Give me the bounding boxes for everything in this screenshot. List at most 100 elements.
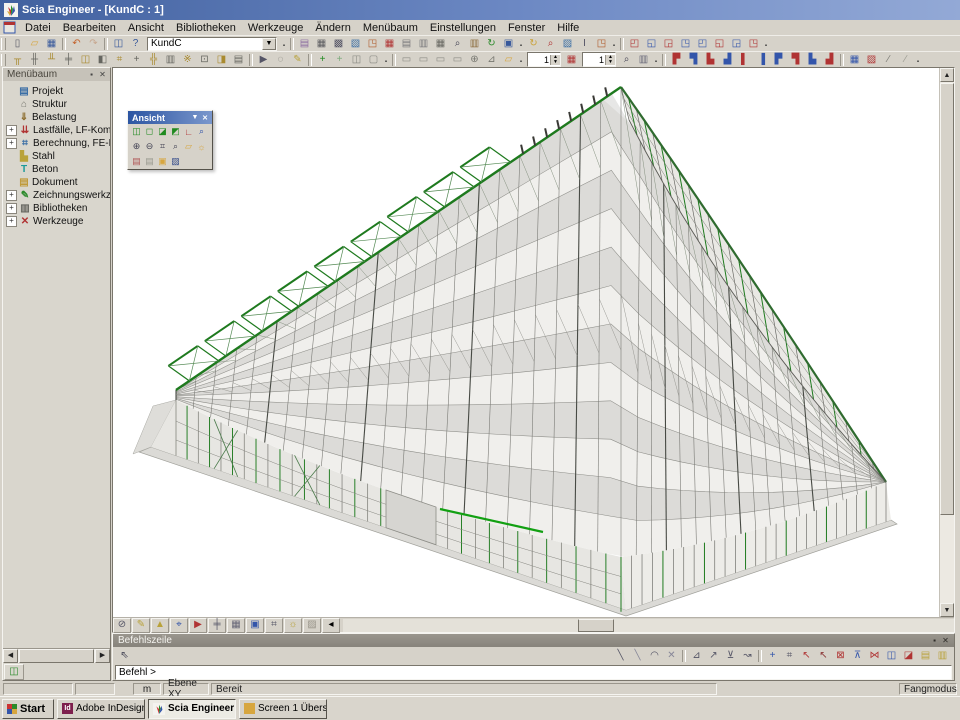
result3-icon[interactable]: ◲ bbox=[660, 37, 677, 51]
beam-icon[interactable]: I bbox=[576, 37, 593, 51]
close-icon[interactable]: ✕ bbox=[97, 69, 108, 80]
preview-icon[interactable]: ⌕ bbox=[449, 37, 466, 51]
member11-icon[interactable]: ※ bbox=[179, 53, 196, 67]
props-icon[interactable]: ▥ bbox=[635, 53, 652, 67]
pin-icon[interactable]: ▪ bbox=[86, 69, 97, 80]
start-button[interactable]: Start bbox=[2, 699, 54, 719]
tree-expander-icon[interactable]: + bbox=[6, 190, 17, 201]
section-icon[interactable]: ◳ bbox=[593, 37, 610, 51]
visibility-icon[interactable]: ▱ bbox=[182, 140, 195, 153]
project-combo[interactable]: KundC ▼ bbox=[147, 37, 277, 51]
view-xy-icon[interactable]: ◫ bbox=[130, 125, 143, 138]
scale2-spinner[interactable]: 1▲▼ bbox=[582, 52, 616, 67]
zoomsel-icon[interactable]: ⌕ bbox=[618, 53, 635, 67]
scroll-left-icon[interactable]: ◀ bbox=[3, 649, 18, 663]
spinner-arrows-icon[interactable]: ▲▼ bbox=[605, 55, 615, 65]
toolbar-overflow[interactable]: . bbox=[517, 54, 525, 65]
scroll-left-icon[interactable]: ◂ bbox=[322, 618, 340, 633]
tree-item[interactable]: +✕Werkzeuge bbox=[5, 215, 110, 228]
view-xz-icon[interactable]: ◻ bbox=[143, 125, 156, 138]
tree-item[interactable]: +▥Bibliotheken bbox=[5, 202, 110, 215]
scroll-up-icon[interactable]: ▲ bbox=[940, 68, 954, 82]
menu-item[interactable]: Bibliotheken bbox=[170, 22, 242, 34]
print-icon[interactable]: ▦ bbox=[313, 37, 330, 51]
viewport-vscrollbar[interactable]: ▲ ▼ bbox=[939, 68, 954, 617]
snap-face-icon[interactable]: ◪ bbox=[900, 649, 917, 663]
snap-tan-icon[interactable]: ↝ bbox=[739, 649, 756, 663]
scale-spinner[interactable]: 1▲▼ bbox=[527, 52, 561, 67]
new-icon[interactable]: ▯ bbox=[9, 37, 26, 51]
member1-icon[interactable]: ╥ bbox=[9, 53, 26, 67]
member14-icon[interactable]: ▤ bbox=[230, 53, 247, 67]
culling-icon[interactable]: ▨ bbox=[303, 618, 321, 633]
snap-plane2-icon[interactable]: ▥ bbox=[934, 649, 951, 663]
load7-icon[interactable]: ▛ bbox=[770, 53, 787, 67]
draw-icon[interactable]: ✎ bbox=[289, 53, 306, 67]
tree-item[interactable]: +✎Zeichnungswerkzeuge bbox=[5, 189, 110, 202]
zoom-out-icon[interactable]: ⊖ bbox=[143, 140, 156, 153]
toolbar-overflow[interactable]: . bbox=[610, 38, 618, 49]
tree-item[interactable]: ▤Dokument bbox=[5, 176, 110, 189]
snap-point2-icon[interactable]: ↖ bbox=[815, 649, 832, 663]
member6-icon[interactable]: ◧ bbox=[94, 53, 111, 67]
snap-arc-icon[interactable]: ◠ bbox=[646, 649, 663, 663]
menu-item[interactable]: Werkzeuge bbox=[242, 22, 309, 34]
mesh-icon[interactable]: ▦ bbox=[381, 37, 398, 51]
combo-dropdown-icon[interactable]: ▼ bbox=[262, 38, 276, 50]
tree-expander-icon[interactable]: + bbox=[6, 216, 17, 227]
sidebar-tab-icon[interactable]: ◫ bbox=[4, 664, 24, 680]
chevron-down-icon[interactable]: ▼ bbox=[190, 113, 200, 123]
result5-icon[interactable]: ◰ bbox=[694, 37, 711, 51]
member12-icon[interactable]: ⊡ bbox=[196, 53, 213, 67]
print2-icon[interactable]: ▦ bbox=[432, 37, 449, 51]
scroll-thumb[interactable] bbox=[578, 619, 614, 632]
pencil-icon[interactable]: ✎ bbox=[132, 618, 150, 633]
menu-item[interactable]: Einstellungen bbox=[424, 22, 502, 34]
snap-node-icon[interactable]: ⋈ bbox=[866, 649, 883, 663]
snap-plane1-icon[interactable]: ▤ bbox=[917, 649, 934, 663]
member10-icon[interactable]: ▥ bbox=[162, 53, 179, 67]
load6-icon[interactable]: ▐ bbox=[753, 53, 770, 67]
view-axis-icon[interactable]: ∟ bbox=[182, 125, 195, 138]
snap-edge-icon[interactable]: ◫ bbox=[883, 649, 900, 663]
snap-cursor-icon[interactable]: + bbox=[764, 649, 781, 663]
slope1-icon[interactable]: ∕ bbox=[880, 53, 897, 67]
result2-icon[interactable]: ◱ bbox=[643, 37, 660, 51]
menu-item[interactable]: Ansicht bbox=[122, 22, 170, 34]
member5-icon[interactable]: ◫ bbox=[77, 53, 94, 67]
shade-icon[interactable]: ▦ bbox=[227, 618, 245, 633]
win4-icon[interactable]: ▭ bbox=[449, 53, 466, 67]
redmesh-icon[interactable]: ▦ bbox=[563, 53, 580, 67]
win3-icon[interactable]: ▭ bbox=[432, 53, 449, 67]
menu-item[interactable]: Menübaum bbox=[357, 22, 424, 34]
taskbar-item[interactable]: Screen 1 Übersicht... bbox=[239, 699, 327, 719]
load1-icon[interactable]: ▛ bbox=[668, 53, 685, 67]
window-icon[interactable]: ◫ bbox=[110, 37, 127, 51]
tree-item[interactable]: ⇓Belastung bbox=[5, 111, 110, 124]
print4-icon[interactable]: ▤ bbox=[143, 155, 156, 168]
load2-icon[interactable]: ▜ bbox=[685, 53, 702, 67]
snap-off-icon[interactable]: ✕ bbox=[663, 649, 680, 663]
win2-icon[interactable]: ▭ bbox=[415, 53, 432, 67]
export-icon[interactable]: ▧ bbox=[347, 37, 364, 51]
load4-icon[interactable]: ▟ bbox=[719, 53, 736, 67]
slope2-icon[interactable]: ∕ bbox=[897, 53, 914, 67]
export2-icon[interactable]: ▨ bbox=[863, 53, 880, 67]
tree-item[interactable]: TBeton bbox=[5, 163, 110, 176]
open-icon[interactable]: ▱ bbox=[26, 37, 43, 51]
taskbar-item[interactable]: Scia Engineer - [... bbox=[148, 699, 236, 719]
tree-expander-icon[interactable]: + bbox=[6, 125, 17, 136]
table-icon[interactable]: ▤ bbox=[398, 37, 415, 51]
toolbar-grip[interactable] bbox=[1, 38, 6, 50]
fly-icon[interactable]: ⊿ bbox=[483, 53, 500, 67]
win1-icon[interactable]: ▭ bbox=[398, 53, 415, 67]
load9-icon[interactable]: ▙ bbox=[804, 53, 821, 67]
calc-check-icon[interactable]: ⌕ bbox=[542, 37, 559, 51]
tree-expander-icon[interactable]: + bbox=[6, 203, 17, 214]
lasso-icon[interactable]: ◌ bbox=[272, 53, 289, 67]
zoom-rotate-icon[interactable]: ⌕ bbox=[195, 125, 208, 138]
snap-int-icon[interactable]: ⊼ bbox=[849, 649, 866, 663]
load10-icon[interactable]: ▟ bbox=[821, 53, 838, 67]
undo-icon[interactable]: ↶ bbox=[68, 37, 85, 51]
tree-item[interactable]: +⇊Lastfälle, LF-Kombination bbox=[5, 124, 110, 137]
